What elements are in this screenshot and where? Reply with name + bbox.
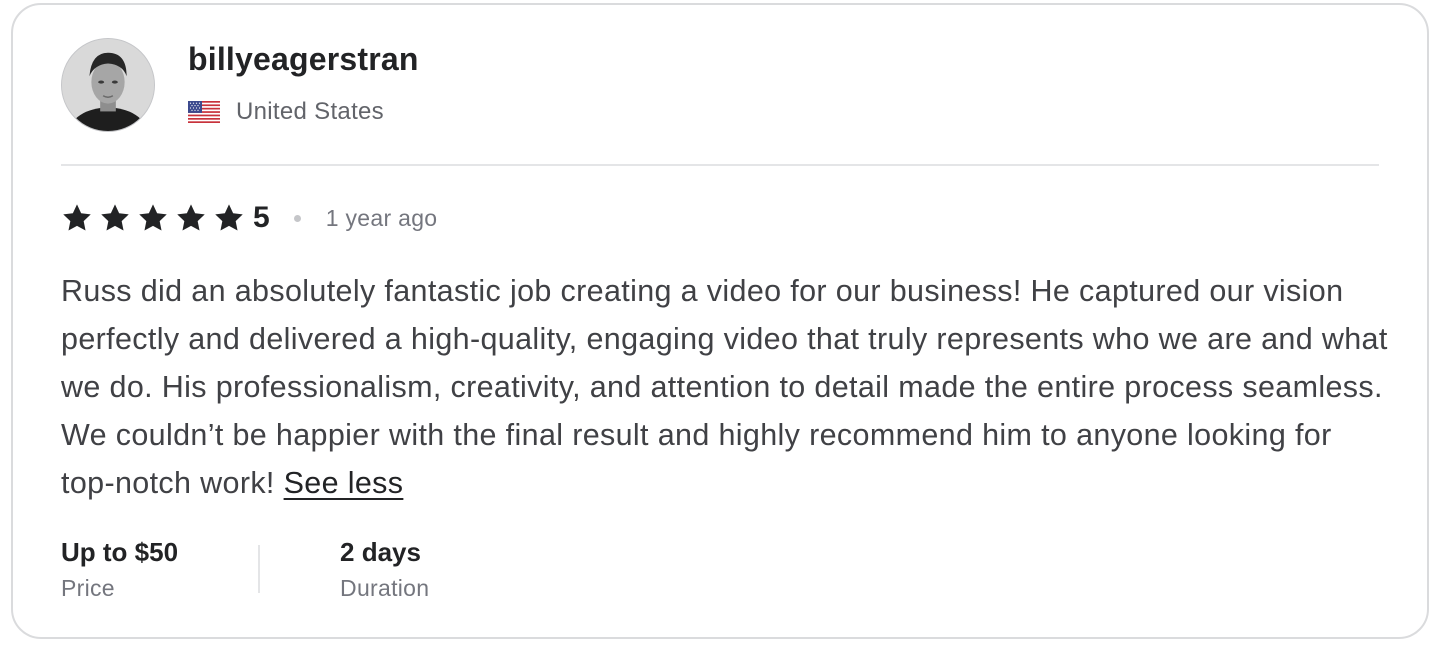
review-text: Russ did an absolutely fantastic job cre… [61,267,1391,507]
header-divider [61,164,1379,166]
review-details: Up to $50 Price 2 days Duration [61,535,429,611]
reviewer-header: billyeagerstran United States [61,38,1379,134]
review-body: Russ did an absolutely fantastic job cre… [61,274,1388,500]
details-divider [258,545,261,593]
reviewer-country-row: United States [188,98,384,126]
avatar-photo-icon [62,39,154,131]
star-icon [215,204,243,231]
reviewer-country: United States [236,98,384,125]
star-rating [61,202,251,234]
duration-detail: 2 days Duration [340,535,429,602]
us-flag-icon [188,101,220,123]
star-icon [177,204,205,231]
see-less-link[interactable]: See less [284,466,404,500]
review-time-ago: 1 year ago [325,204,438,231]
star-icon [63,204,91,231]
price-detail: Up to $50 Price [61,535,178,602]
reviewer-username[interactable]: billyeagerstran [188,41,419,78]
duration-value: 2 days [340,537,421,567]
separator-dot [293,214,301,222]
price-label: Price [61,575,115,601]
star-icon [139,204,167,231]
star-icon [101,204,129,231]
rating-row: 5 1 year ago [61,200,437,236]
review-card: billyeagerstran United States 5 1 year a… [11,3,1429,639]
rating-score: 5 [253,201,270,234]
price-value: Up to $50 [61,537,179,567]
duration-label: Duration [340,575,430,601]
avatar[interactable] [61,38,155,132]
